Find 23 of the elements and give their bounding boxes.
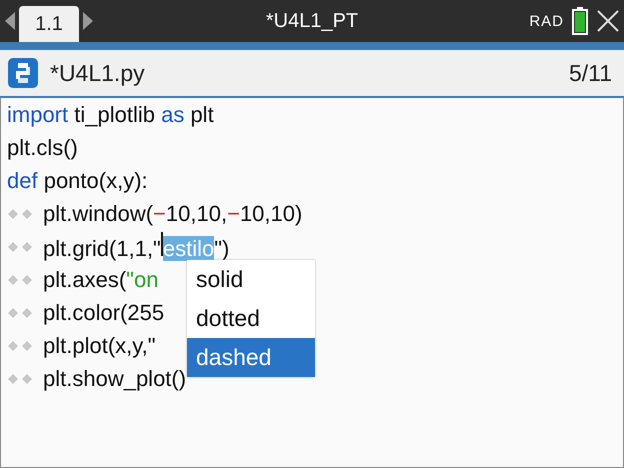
page-tab[interactable]: 1.1 — [19, 6, 79, 42]
code-line: plt.window(−10,10,−10,10) — [43, 200, 302, 226]
angle-mode-label: RAD — [529, 12, 564, 30]
python-logo-icon — [8, 58, 38, 88]
menu-item[interactable]: dashed — [187, 338, 315, 377]
battery-icon — [572, 7, 588, 35]
code-line: plt.show_plot() — [43, 366, 186, 392]
menu-item[interactable]: solid — [187, 260, 315, 299]
menu-item[interactable]: dotted — [187, 299, 315, 338]
code-line: plt.color(255 — [43, 300, 164, 326]
code-line: plt.cls() — [7, 134, 78, 160]
code-line: plt.grid(1,1,"estilo") — [43, 232, 230, 262]
line-position: 5/11 — [568, 60, 612, 86]
code-line: import ti_plotlib as plt — [7, 102, 214, 128]
document-title: *U4L1_PT — [266, 10, 358, 33]
previous-arrow-icon[interactable] — [4, 11, 16, 31]
code-line: plt.plot(x,y," — [43, 332, 156, 358]
code-line: def ponto(x,y): — [7, 168, 148, 194]
next-arrow-icon[interactable] — [82, 11, 94, 31]
file-name: *U4L1.py — [50, 60, 145, 86]
close-icon[interactable] — [596, 9, 620, 33]
text-cursor — [160, 232, 163, 256]
code-line: plt.axes("on — [43, 266, 158, 292]
